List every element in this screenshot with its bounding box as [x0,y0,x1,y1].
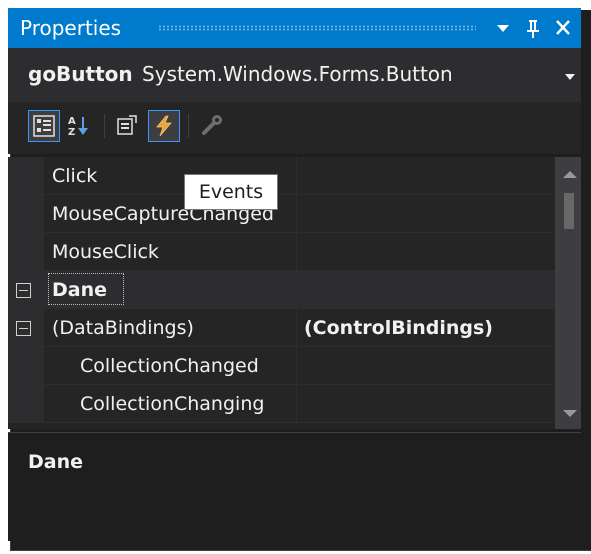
property-row-click[interactable]: Click [8,157,555,195]
svg-text:Z: Z [68,127,75,137]
property-pages-button[interactable] [198,110,230,142]
vertical-scrollbar[interactable] [555,157,581,429]
row-margin [8,195,44,232]
column-separator [296,233,297,270]
property-row-databindings[interactable]: (DataBindings) (ControlBindings) [8,309,555,347]
row-margin [8,233,44,270]
object-name: goButton [28,62,133,86]
property-name: (DataBindings) [52,317,194,339]
property-row-collectionchanging[interactable]: CollectionChanging [8,385,555,423]
alphabetical-button[interactable]: A Z [64,110,96,142]
category-name: Dane [52,279,108,301]
events-button[interactable] [148,110,180,142]
column-separator [296,309,297,346]
title-grip [158,25,476,31]
properties-toolbar: A Z [8,102,581,154]
object-selector[interactable]: goButton System.Windows.Forms.Button [8,48,581,102]
property-name: CollectionChanging [80,393,265,415]
pin-icon[interactable] [519,14,547,42]
column-separator [296,347,297,384]
properties-button[interactable] [112,110,144,142]
chevron-down-icon[interactable] [565,74,575,80]
property-name: CollectionChanged [80,355,259,377]
toolbar-separator [188,114,189,138]
description-pane: Dane [8,432,581,541]
column-separator [296,385,297,422]
row-margin [8,385,44,422]
panel-title: Properties [20,16,122,40]
row-margin [8,157,44,194]
property-value[interactable]: (ControlBindings) [304,309,493,346]
collapse-icon[interactable] [16,321,31,336]
svg-text:A: A [68,116,76,127]
alphabetical-icon: A Z [68,116,88,137]
category-row-dane[interactable]: Dane [8,271,555,309]
properties-title-bar[interactable]: Properties [8,8,581,48]
dropdown-arrow-icon[interactable] [489,14,517,42]
events-icon [156,115,172,137]
scroll-thumb[interactable] [564,193,574,229]
property-row-mousecapturechanged[interactable]: MouseCaptureChanged [8,195,555,233]
categorized-button[interactable] [28,110,60,142]
scroll-up-icon[interactable] [563,171,577,178]
column-separator [296,157,297,194]
property-name: MouseClick [52,241,159,263]
property-row-mouseclick[interactable]: MouseClick [8,233,555,271]
property-grid: Click MouseCaptureChanged MouseClick Dan… [8,157,555,429]
scroll-down-icon[interactable] [563,410,577,417]
toolbar-separator [104,114,105,138]
close-icon[interactable] [549,14,577,42]
collapse-icon[interactable] [16,283,31,298]
property-pages-icon [202,115,222,135]
properties-icon [117,115,137,135]
property-row-collectionchanged[interactable]: CollectionChanged [8,347,555,385]
column-separator [296,195,297,232]
row-margin [8,347,44,384]
object-type: System.Windows.Forms.Button [142,62,453,86]
categorized-icon [33,115,55,137]
events-tooltip: Events [184,174,278,210]
description-title: Dane [28,451,84,473]
